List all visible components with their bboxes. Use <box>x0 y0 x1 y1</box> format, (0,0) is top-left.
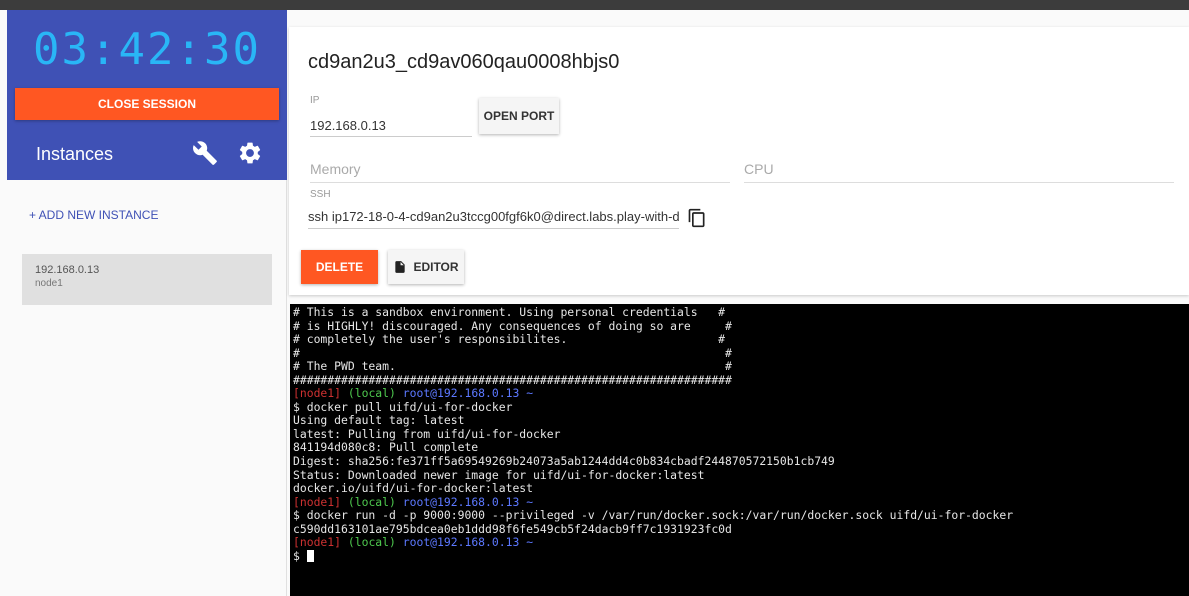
sidebar-item-node1[interactable]: 192.168.0.13 node1 <box>22 254 272 305</box>
terminal-input-line: $ <box>293 549 1186 564</box>
open-port-button[interactable]: OPEN PORT <box>479 98 559 134</box>
prompt-local: (local) <box>341 494 396 509</box>
terminal-line: $ docker run -d -p 9000:9000 --privilege… <box>293 508 1014 523</box>
file-icon <box>395 261 406 273</box>
terminal-line: latest: Pulling from uifd/ui-for-docker <box>293 426 561 441</box>
gear-icon[interactable] <box>237 140 263 166</box>
terminal-line: # is HIGHLY! discouraged. Any consequenc… <box>293 318 732 333</box>
terminal-line: # # <box>293 345 732 360</box>
prompt-local: (local) <box>341 535 396 550</box>
terminal-line: Using default tag: latest <box>293 413 465 428</box>
terminal-line: # completely the user's responsibilites.… <box>293 332 726 347</box>
session-timer: 03:42:30 <box>33 24 261 75</box>
terminal-line: c590dd163101ae795bdcea0eb1ddd98f6fe549cb… <box>293 521 732 536</box>
terminal-line: docker.io/uifd/ui-for-docker:latest <box>293 481 534 496</box>
ip-label: IP <box>310 95 320 106</box>
ssh-label: SSH <box>310 189 331 200</box>
terminal-line: ########################################… <box>293 372 732 387</box>
add-new-instance-button[interactable]: + ADD NEW INSTANCE <box>29 208 158 222</box>
terminal-line: # The PWD team. # <box>293 359 732 374</box>
instance-name: node1 <box>35 278 63 289</box>
terminal-prompt: [node1] (local) root@192.168.0.13 ~ <box>293 494 1186 510</box>
editor-button[interactable]: EDITOR <box>388 250 464 284</box>
terminal-line: 841194d080c8: Pull complete <box>293 440 479 455</box>
terminal-line: Status: Downloaded newer image for uifd/… <box>293 467 705 482</box>
instance-ip: 192.168.0.13 <box>35 264 100 276</box>
prompt-user: root@192.168.0.13 ~ <box>395 386 534 401</box>
wrench-icon[interactable] <box>192 140 218 166</box>
ssh-field[interactable]: ssh ip172-18-0-4-cd9an2u3tccg00fgf6k0@di… <box>308 205 679 229</box>
memory-field: Memory <box>310 153 730 183</box>
editor-label: EDITOR <box>413 260 459 274</box>
browser-toolbar <box>0 0 1189 10</box>
terminal-cursor <box>306 549 314 562</box>
terminal-line: Digest: sha256:fe371ff5a69549269b24073a5… <box>293 454 835 469</box>
prompt-node: [node1] <box>293 494 342 509</box>
delete-button[interactable]: DELETE <box>301 250 378 284</box>
prompt-user: root@192.168.0.13 ~ <box>395 494 534 509</box>
instance-title: cd9an2u3_cd9av060qau0008hbjs0 <box>308 51 620 73</box>
copy-icon[interactable] <box>687 207 707 229</box>
terminal-prompt: [node1] (local) root@192.168.0.13 ~ <box>293 387 1186 401</box>
instance-panel: cd9an2u3_cd9av060qau0008hbjs0 IP 192.168… <box>289 27 1189 295</box>
prompt-node: [node1] <box>293 386 342 401</box>
prompt-node: [node1] <box>293 535 342 550</box>
terminal-line: # This is a sandbox environment. Using p… <box>293 305 726 319</box>
instances-title: Instances <box>36 144 114 164</box>
terminal[interactable]: # This is a sandbox environment. Using p… <box>290 304 1189 596</box>
terminal-line: $ docker pull uifd/ui-for-docker <box>293 399 513 414</box>
close-session-button[interactable]: CLOSE SESSION <box>15 88 279 120</box>
sidebar: 03:42:30 CLOSE SESSION Instances + ADD N… <box>0 10 287 596</box>
terminal-prompt: [node1] (local) root@192.168.0.13 ~ <box>293 536 1186 550</box>
cpu-field: CPU <box>744 153 1174 183</box>
session-header: 03:42:30 CLOSE SESSION Instances <box>7 10 287 180</box>
prompt-local: (local) <box>341 386 396 401</box>
ip-field[interactable]: 192.168.0.13 <box>310 115 472 137</box>
prompt-user: root@192.168.0.13 ~ <box>395 535 534 550</box>
